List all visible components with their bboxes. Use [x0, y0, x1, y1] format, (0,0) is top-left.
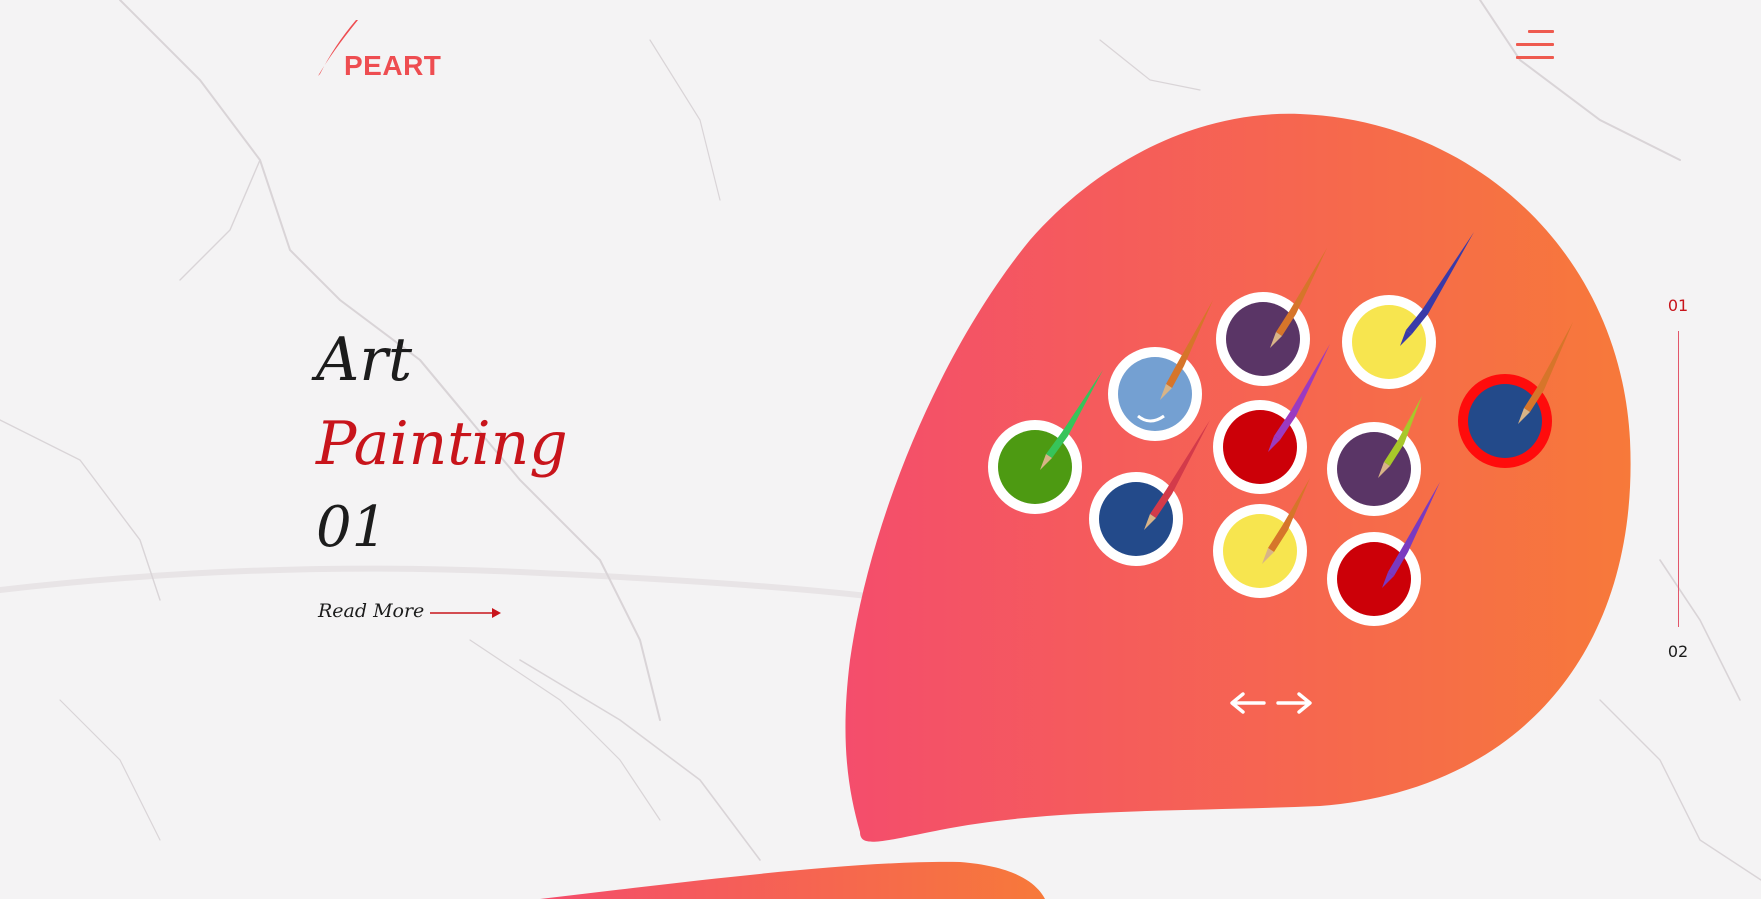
paint-cup-purple[interactable] [1216, 248, 1327, 386]
paint-cup-yellow[interactable] [1342, 232, 1474, 389]
paint-cup-purple-right[interactable] [1327, 396, 1422, 516]
hero-title: Art Painting 01 [316, 318, 568, 570]
slider-next-button[interactable] [1276, 691, 1312, 715]
brand-name: PEART [344, 50, 442, 81]
hero-slide-number: 01 [316, 495, 388, 560]
arrow-right-icon [430, 608, 502, 618]
read-more-link[interactable]: Read More [318, 600, 502, 622]
paint-cup-green[interactable] [988, 370, 1103, 514]
pager-progress-line [1678, 331, 1679, 627]
paint-cup-navy[interactable] [1089, 420, 1210, 566]
hero-title-line-1: Art [316, 325, 413, 395]
paint-cup-light-blue[interactable] [1108, 300, 1213, 441]
paint-palette-illustration [988, 232, 1573, 626]
pager-item-02[interactable]: 02 [1658, 642, 1698, 661]
hero-title-line-2: Painting [316, 409, 568, 479]
arrow-left-icon [1230, 692, 1266, 714]
hamburger-menu-icon[interactable] [1512, 28, 1556, 62]
brand-logo[interactable]: PEART [318, 18, 442, 81]
arrow-right-icon [1276, 692, 1312, 714]
slider-prev-button[interactable] [1230, 691, 1266, 715]
read-more-label: Read More [318, 600, 425, 622]
paint-cup-yellow-lower[interactable] [1213, 478, 1310, 598]
paint-cup-navy-selected[interactable] [1458, 322, 1573, 468]
pager-item-01[interactable]: 01 [1658, 296, 1698, 315]
